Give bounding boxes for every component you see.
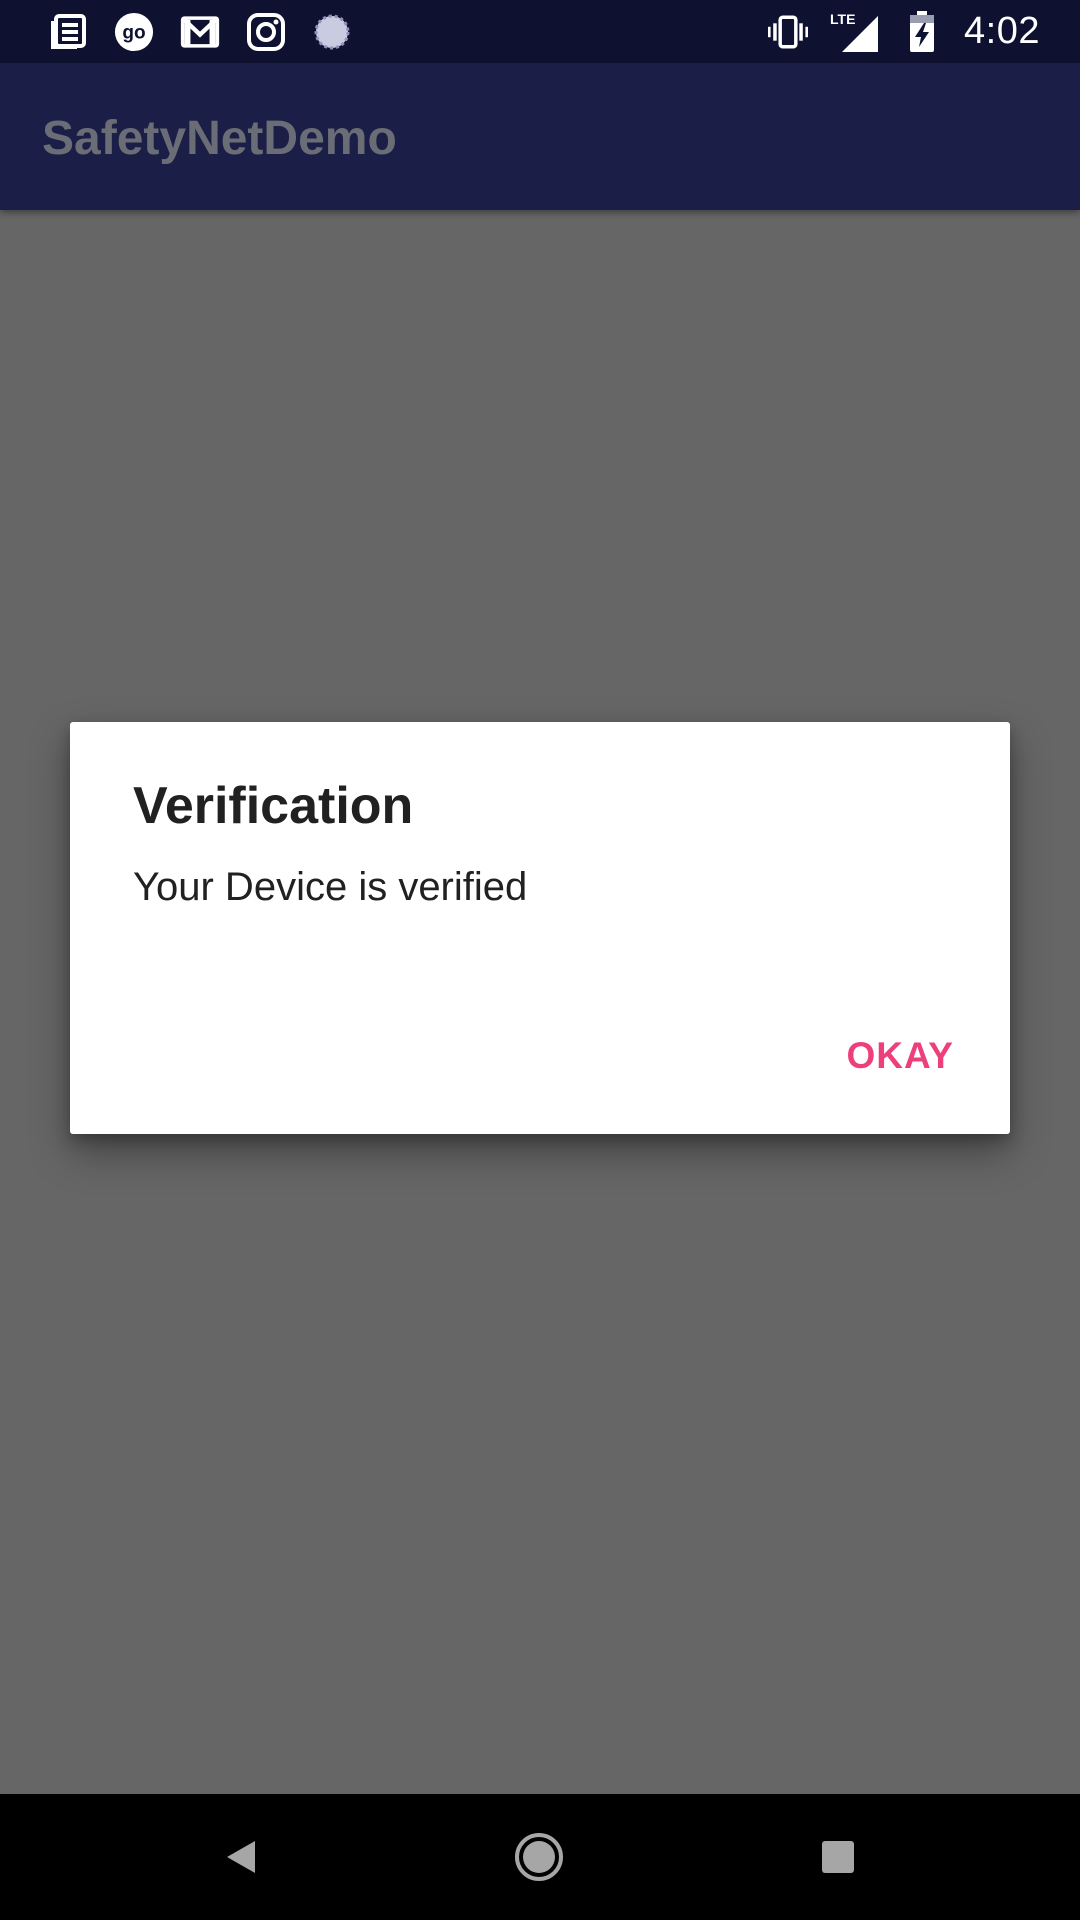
navigation-bar bbox=[0, 1794, 1080, 1920]
screen: go LTE 4:02 SafetyNetDemo Verification Y… bbox=[0, 0, 1080, 1920]
gmail-icon bbox=[180, 12, 220, 52]
dialog-message: Your Device is verified bbox=[133, 865, 528, 909]
status-clock: 4:02 bbox=[964, 10, 1040, 52]
verification-dialog: Verification Your Device is verified OKA… bbox=[70, 722, 1010, 1134]
recents-icon[interactable] bbox=[807, 1826, 869, 1888]
back-icon[interactable] bbox=[210, 1826, 272, 1888]
news-icon bbox=[48, 12, 88, 52]
system-icons: LTE 4:02 bbox=[768, 8, 1040, 55]
network-type-label: LTE bbox=[830, 11, 855, 27]
dialog-title: Verification bbox=[133, 777, 414, 835]
app-bar: SafetyNetDemo bbox=[0, 63, 1080, 210]
status-bar: go LTE 4:02 bbox=[0, 0, 1080, 63]
home-icon[interactable] bbox=[508, 1826, 570, 1888]
okay-button[interactable]: OKAY bbox=[846, 1035, 954, 1077]
vibrate-icon bbox=[768, 12, 809, 52]
notification-icons: go bbox=[48, 10, 352, 53]
instagram-icon bbox=[246, 12, 286, 52]
battery-charging-icon bbox=[902, 10, 942, 52]
sync-spinner-icon bbox=[312, 12, 352, 52]
go-icon: go bbox=[114, 12, 154, 52]
app-title: SafetyNetDemo bbox=[42, 112, 397, 165]
svg-text:go: go bbox=[122, 22, 145, 43]
lte-signal-icon: LTE bbox=[830, 11, 880, 52]
